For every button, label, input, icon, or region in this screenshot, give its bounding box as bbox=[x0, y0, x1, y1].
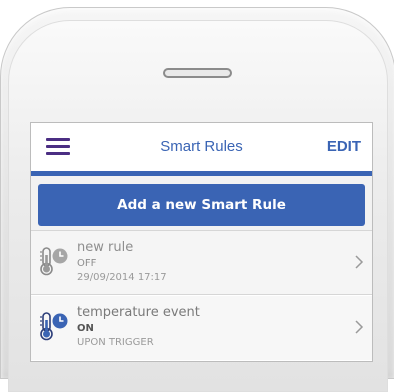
rule-date: 29/09/2014 17:17 bbox=[77, 272, 167, 283]
add-rule-section: Add a new Smart Rule bbox=[31, 176, 372, 231]
rule-list-item[interactable]: new rule OFF 29/09/2014 17:17 bbox=[31, 231, 372, 295]
thermometer-clock-icon bbox=[40, 247, 68, 276]
edit-button[interactable]: EDIT bbox=[327, 138, 361, 155]
rule-status: OFF bbox=[77, 258, 97, 269]
thermometer-clock-icon bbox=[40, 312, 68, 341]
rule-status: ON bbox=[77, 323, 94, 334]
rule-name: temperature event bbox=[77, 305, 200, 320]
page-title: Smart Rules bbox=[160, 138, 243, 155]
rule-trigger: UPON TRIGGER bbox=[77, 337, 154, 348]
phone-speaker bbox=[163, 68, 232, 78]
rule-list-item[interactable]: temperature event ON UPON TRIGGER bbox=[31, 296, 372, 360]
chevron-right-icon bbox=[355, 320, 364, 334]
chevron-right-icon bbox=[355, 255, 364, 269]
app-header: Smart Rules EDIT bbox=[31, 123, 372, 171]
rule-name: new rule bbox=[77, 240, 134, 255]
rule-text-group: new rule OFF 29/09/2014 17:17 bbox=[77, 240, 167, 285]
app-screen: Smart Rules EDIT Add a new Smart Rule ne… bbox=[30, 122, 373, 362]
rule-text-group: temperature event ON UPON TRIGGER bbox=[77, 305, 200, 350]
add-smart-rule-button[interactable]: Add a new Smart Rule bbox=[38, 184, 365, 226]
